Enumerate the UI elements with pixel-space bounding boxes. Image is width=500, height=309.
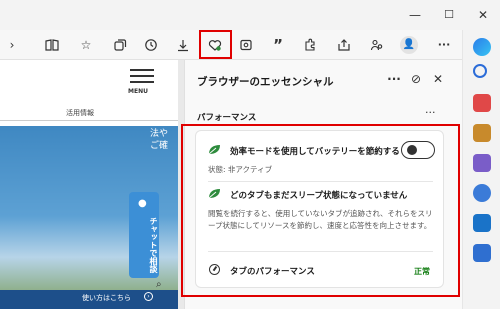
minimize-button[interactable]: — bbox=[398, 0, 432, 30]
microsoft365-icon[interactable] bbox=[473, 184, 491, 202]
quote-icon[interactable]: ” bbox=[268, 35, 288, 55]
extensions-icon[interactable] bbox=[300, 35, 320, 55]
browser-toolbar: › ☆ ” 👤 ··· bbox=[0, 30, 500, 60]
essentials-button-highlight bbox=[199, 30, 232, 59]
downloads-icon[interactable] bbox=[173, 35, 193, 55]
share-icon[interactable] bbox=[334, 35, 354, 55]
close-window-button[interactable]: ✕ bbox=[466, 0, 500, 30]
family-icon[interactable] bbox=[367, 35, 387, 55]
panel-title: ブラウザーのエッセンシャル bbox=[197, 76, 334, 88]
history-icon[interactable] bbox=[141, 35, 161, 55]
drop-icon[interactable] bbox=[473, 244, 491, 262]
reader-view-icon[interactable] bbox=[42, 35, 62, 55]
performance-highlight bbox=[181, 124, 460, 297]
collections-icon[interactable] bbox=[110, 35, 130, 55]
tools-icon[interactable] bbox=[473, 124, 491, 142]
pin-off-icon[interactable]: ⊘ bbox=[407, 70, 425, 88]
more-icon[interactable]: ··· bbox=[434, 35, 454, 55]
page-search-icon[interactable]: ⌕ bbox=[156, 279, 162, 290]
chat-bubble-icon: ● bbox=[138, 198, 147, 209]
outlook-icon[interactable] bbox=[473, 214, 491, 232]
panel-more-icon[interactable]: ··· bbox=[385, 70, 403, 88]
bing-chat-icon[interactable] bbox=[473, 38, 491, 56]
panel-close-icon[interactable]: ✕ bbox=[429, 70, 447, 88]
hamburger-menu-icon[interactable] bbox=[130, 69, 154, 87]
performance-heading: パフォーマンス bbox=[197, 113, 257, 123]
edge-sidebar bbox=[462, 30, 500, 309]
games-icon[interactable] bbox=[473, 154, 491, 172]
page-divider bbox=[0, 120, 178, 121]
favorites-icon[interactable]: ☆ bbox=[76, 35, 96, 55]
shopping-icon[interactable] bbox=[473, 94, 491, 112]
howto-link[interactable]: 使い方はこちら bbox=[82, 293, 131, 303]
title-bar: — ☐ ✕ bbox=[0, 0, 500, 30]
arrow-circle-icon: › bbox=[144, 292, 153, 301]
search-icon[interactable] bbox=[473, 64, 487, 78]
maximize-button[interactable]: ☐ bbox=[432, 0, 466, 30]
screenshot-icon[interactable] bbox=[236, 35, 256, 55]
chevron-right-icon[interactable]: › bbox=[2, 35, 22, 55]
performance-more-icon[interactable]: ··· bbox=[425, 106, 436, 119]
hero-text: 法や ご確 bbox=[150, 129, 169, 151]
profile-icon[interactable]: 👤 bbox=[400, 36, 418, 54]
usage-info-link[interactable]: 活用情報 bbox=[66, 108, 94, 118]
menu-label: MENU bbox=[128, 88, 148, 95]
